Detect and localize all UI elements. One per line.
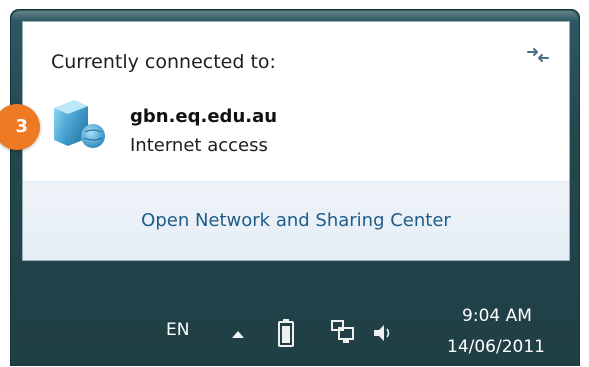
- connected-heading: Currently connected to:: [51, 51, 276, 73]
- volume-icon[interactable]: [372, 323, 394, 343]
- open-network-sharing-center-link[interactable]: Open Network and Sharing Center: [23, 210, 569, 231]
- language-indicator[interactable]: EN: [166, 320, 189, 340]
- network-name: gbn.eq.edu.au: [130, 106, 278, 127]
- network-globe-icon: [54, 100, 105, 148]
- clock-time[interactable]: 9:04 AM: [438, 306, 556, 326]
- connection-section: Currently connected to: gbn.eq.edu.au In…: [23, 22, 569, 182]
- network-status: Internet access: [130, 135, 268, 156]
- refresh-icon[interactable]: [525, 44, 551, 66]
- network-flyout-panel: Currently connected to: gbn.eq.edu.au In…: [22, 21, 570, 261]
- network-tray-icon[interactable]: [330, 319, 356, 345]
- battery-icon[interactable]: [278, 319, 294, 347]
- taskbar-tray: EN 9:04 AM 14/06/2011: [10, 293, 580, 367]
- screenshot-stage: Currently connected to: gbn.eq.edu.au In…: [0, 0, 589, 367]
- clock-date[interactable]: 14/06/2011: [426, 337, 566, 357]
- show-hidden-icons-arrow[interactable]: [232, 331, 244, 338]
